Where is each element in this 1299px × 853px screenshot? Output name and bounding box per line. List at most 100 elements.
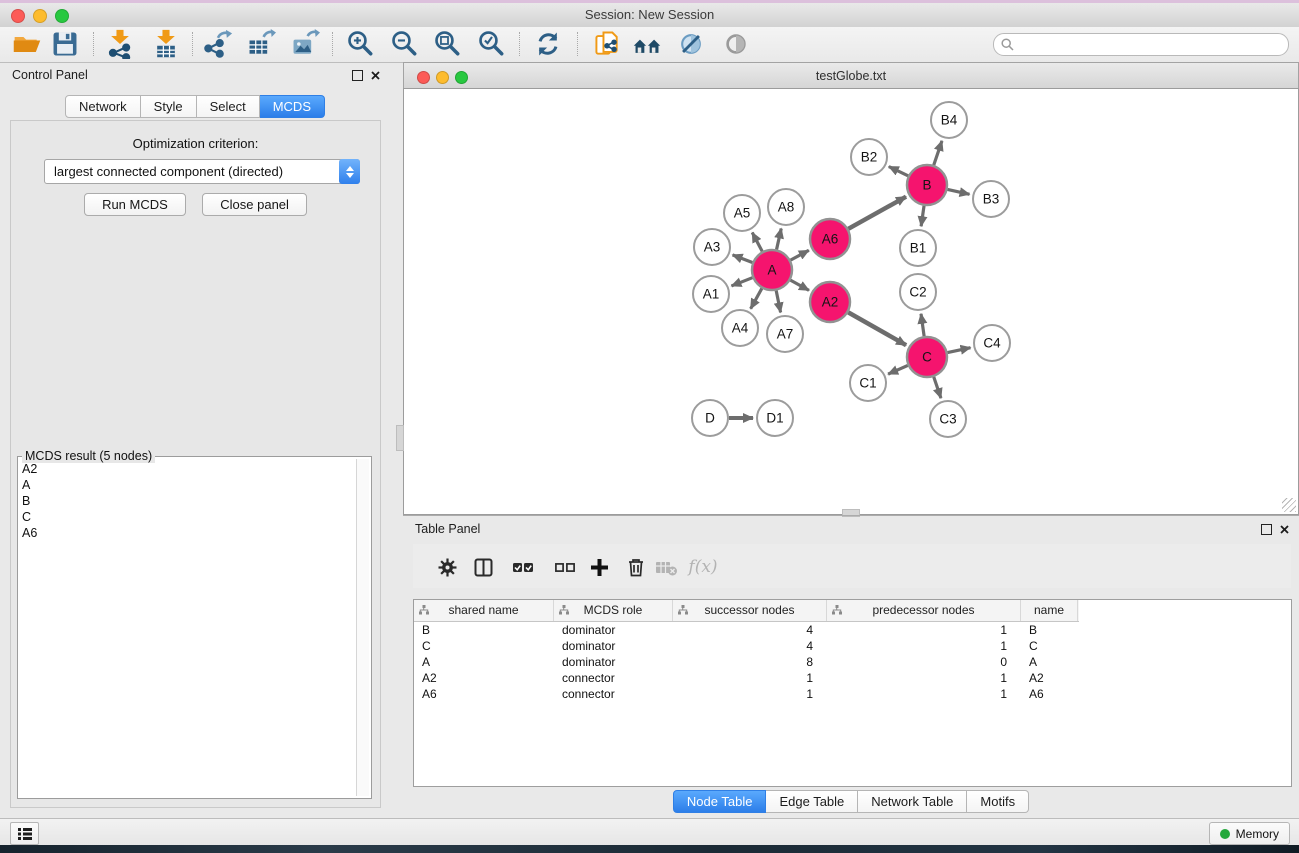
zoom-in-icon[interactable] (346, 29, 376, 59)
task-history-button[interactable] (10, 822, 39, 845)
node-C4[interactable]: C4 (974, 325, 1010, 361)
node-A5[interactable]: A5 (724, 195, 760, 231)
node-C1[interactable]: C1 (850, 365, 886, 401)
close-table-panel-icon[interactable] (1280, 525, 1289, 534)
node-D[interactable]: D (692, 400, 728, 436)
edge-C-C1[interactable] (888, 365, 908, 374)
zoom-fit-icon[interactable] (433, 29, 463, 59)
node-A2[interactable]: A2 (810, 282, 850, 322)
node-A8[interactable]: A8 (768, 189, 804, 225)
tab-select[interactable]: Select (197, 95, 260, 118)
columns-icon[interactable] (471, 555, 495, 579)
memory-button[interactable]: Memory (1209, 822, 1290, 845)
edge-A2-C[interactable] (848, 312, 906, 345)
edge-A-A3[interactable] (733, 255, 753, 263)
node-A3[interactable]: A3 (694, 229, 730, 265)
zoom-selected-icon[interactable] (477, 29, 507, 59)
node-D1[interactable]: D1 (757, 400, 793, 436)
node-C[interactable]: C (907, 337, 947, 377)
result-item[interactable]: C (22, 509, 355, 525)
edge-A-A5[interactable] (752, 232, 762, 251)
edge-A-A4[interactable] (751, 288, 762, 308)
node-B[interactable]: B (907, 165, 947, 205)
table-tab-network-table[interactable]: Network Table (858, 790, 967, 813)
import-table-icon[interactable] (151, 29, 181, 59)
tab-network[interactable]: Network (65, 95, 141, 118)
tab-mcds[interactable]: MCDS (260, 95, 325, 118)
show-all-icon[interactable] (721, 29, 751, 59)
node-B2[interactable]: B2 (851, 139, 887, 175)
edge-B-B3[interactable] (948, 189, 970, 194)
float-panel-icon[interactable] (352, 70, 363, 81)
criterion-dropdown[interactable]: largest connected component (directed) (44, 159, 360, 184)
table-row[interactable]: Adominator80A (414, 654, 1291, 670)
table-row[interactable]: A6connector11A6 (414, 686, 1291, 702)
table-tab-motifs[interactable]: Motifs (967, 790, 1029, 813)
edge-B-B1[interactable] (921, 206, 924, 226)
node-B1[interactable]: B1 (900, 230, 936, 266)
table-row[interactable]: A2connector11A2 (414, 670, 1291, 686)
close-panel-button[interactable]: Close panel (202, 193, 307, 216)
column-header-predecessor-nodes[interactable]: predecessor nodes (827, 600, 1021, 621)
node-B3[interactable]: B3 (973, 181, 1009, 217)
deselect-all-icon[interactable] (553, 555, 577, 579)
settings-icon[interactable] (435, 555, 459, 579)
result-item[interactable]: A (22, 477, 355, 493)
edge-A-A8[interactable] (777, 228, 782, 249)
float-table-panel-icon[interactable] (1261, 524, 1272, 535)
refresh-icon[interactable] (533, 29, 563, 59)
vertical-splitter-handle[interactable] (396, 425, 404, 451)
search-input[interactable] (1018, 35, 1282, 54)
close-panel-icon[interactable] (371, 71, 380, 80)
network-close-icon[interactable] (417, 71, 430, 84)
node-A[interactable]: A (752, 250, 792, 290)
zoom-out-icon[interactable] (390, 29, 420, 59)
tab-style[interactable]: Style (141, 95, 197, 118)
edge-A-A6[interactable] (791, 250, 809, 260)
export-image-icon[interactable] (290, 29, 320, 59)
edge-B-B2[interactable] (889, 167, 908, 176)
edge-A6-B[interactable] (848, 197, 906, 229)
edge-C-C3[interactable] (934, 377, 941, 398)
export-network-icon[interactable] (203, 29, 233, 59)
column-header-shared-name[interactable]: shared name (414, 600, 554, 621)
add-icon[interactable] (587, 555, 611, 579)
node-C2[interactable]: C2 (900, 274, 936, 310)
network-maximize-icon[interactable] (455, 71, 468, 84)
resize-grip-icon[interactable] (1282, 498, 1296, 512)
table-row[interactable]: Cdominator41C (414, 638, 1291, 654)
export-table-icon[interactable] (246, 29, 276, 59)
import-network-icon[interactable] (105, 29, 135, 59)
node-A1[interactable]: A1 (693, 276, 729, 312)
table-tab-edge-table[interactable]: Edge Table (766, 790, 858, 813)
edge-C-C2[interactable] (921, 314, 924, 336)
hide-unselected-icon[interactable] (676, 29, 706, 59)
column-header-MCDS-role[interactable]: MCDS role (554, 600, 673, 621)
network-canvas[interactable]: AA1A2A3A4A5A6A7A8BB1B2B3B4CC1C2C3C4DD1 (403, 88, 1299, 515)
node-A4[interactable]: A4 (722, 310, 758, 346)
edge-A-A1[interactable] (731, 278, 752, 286)
edge-A-A2[interactable] (790, 280, 809, 290)
edge-B-B4[interactable] (934, 141, 942, 165)
result-scrollbar[interactable] (356, 459, 369, 796)
open-file-icon[interactable] (12, 29, 42, 59)
node-table[interactable]: shared nameMCDS rolesuccessor nodesprede… (413, 599, 1292, 787)
home-icon[interactable] (632, 29, 662, 59)
delete-icon[interactable] (624, 555, 648, 579)
node-A6[interactable]: A6 (810, 219, 850, 259)
edge-C-C4[interactable] (948, 348, 971, 353)
column-header-successor-nodes[interactable]: successor nodes (673, 600, 827, 621)
minimize-window-icon[interactable] (33, 9, 47, 23)
search-box[interactable] (993, 33, 1289, 56)
result-item[interactable]: A6 (22, 525, 355, 541)
close-window-icon[interactable] (11, 9, 25, 23)
result-item[interactable]: A2 (22, 461, 355, 477)
result-item[interactable]: B (22, 493, 355, 509)
network-minimize-icon[interactable] (436, 71, 449, 84)
edge-A-A7[interactable] (776, 291, 780, 313)
save-session-icon[interactable] (50, 29, 80, 59)
run-mcds-button[interactable]: Run MCDS (84, 193, 186, 216)
node-B4[interactable]: B4 (931, 102, 967, 138)
table-row[interactable]: Bdominator41B (414, 622, 1291, 638)
maximize-window-icon[interactable] (55, 9, 69, 23)
